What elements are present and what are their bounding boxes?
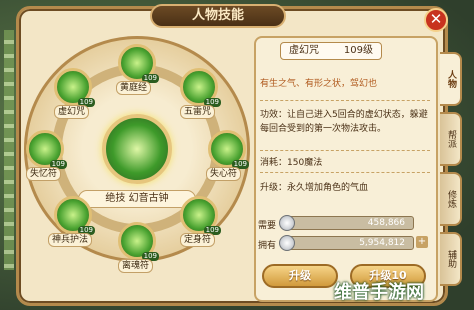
- upgrade-label: 升级：: [260, 183, 288, 193]
- divider: [260, 172, 430, 173]
- skill-icon-lihunfu[interactable]: 109: [118, 222, 159, 261]
- window-title: 人物技能: [150, 4, 286, 28]
- skill-icon-shixinfu[interactable]: 109: [208, 130, 249, 169]
- skill-label: 五雷咒: [180, 105, 216, 119]
- skill-label: 失忆符: [26, 167, 62, 181]
- add-currency-button[interactable]: +: [416, 236, 428, 248]
- skill-cost: 消耗：150魔法: [260, 155, 322, 168]
- tab-guild[interactable]: 帮派: [440, 112, 462, 166]
- upgrade-value: 永久增加角色的气血: [287, 183, 369, 193]
- skill-icon-shenbinghufa[interactable]: 109: [54, 196, 95, 235]
- center-skill-label: 绝技 幻音古钟: [78, 190, 196, 208]
- skill-description: 有生之气、有形之状，驾幻也: [260, 79, 378, 89]
- skill-detail-panel: [254, 36, 438, 302]
- need-value: 458,866: [367, 218, 405, 228]
- skill-icon-huangtingjing[interactable]: 109: [118, 44, 159, 83]
- silver-coin-icon: [279, 215, 295, 231]
- skill-label: 定身符: [180, 233, 216, 247]
- silver-coin-icon: [279, 235, 295, 251]
- skill-label: 失心符: [206, 167, 242, 181]
- skill-label: 黄庭经: [116, 81, 152, 95]
- close-button[interactable]: ✕: [424, 8, 448, 32]
- upgrade-button[interactable]: 升级: [262, 264, 338, 288]
- skill-icon-wuleizhou[interactable]: 109: [180, 68, 221, 107]
- tab-character[interactable]: 人物: [440, 52, 462, 106]
- selected-skill-name: 虚幻咒 109级: [280, 42, 382, 60]
- tab-cultivation[interactable]: 修炼: [440, 172, 462, 226]
- need-label: 需要: [258, 221, 277, 231]
- skill-icon-dingshenfu[interactable]: 109: [180, 196, 221, 235]
- skill-label: 虚幻咒: [54, 105, 90, 119]
- skill-effect: 功效：让自己进入5回合的虚幻状态，躲避每回合受到的第一次物法攻击。: [260, 108, 430, 136]
- cost-label: 消耗：: [260, 158, 288, 168]
- divider: [260, 100, 430, 101]
- watermark: 维普手游网: [334, 282, 424, 303]
- have-label: 拥有: [258, 241, 277, 251]
- game-screen: 人物技能 ✕ 绝技 幻音古钟 109 黄庭经 109 五雷咒 109 失心符 1…: [0, 0, 474, 310]
- divider: [260, 150, 430, 151]
- center-skill-icon[interactable]: [102, 114, 172, 184]
- skill-label: 神兵护法: [48, 233, 93, 247]
- skill-label: 离魂符: [118, 259, 154, 273]
- have-value: 5,954,812: [359, 238, 405, 248]
- need-bar: 458,866: [279, 215, 414, 231]
- skill-icon-xuhuanzhou[interactable]: 109: [54, 68, 95, 107]
- skill-upgrade-info: 升级：永久增加角色的气血: [260, 180, 368, 193]
- tab-auxiliary[interactable]: 辅助: [440, 232, 462, 286]
- skill-icon-shiyifu[interactable]: 109: [26, 130, 67, 169]
- cost-value: 150魔法: [287, 158, 323, 168]
- have-bar: 5,954,812: [279, 235, 414, 251]
- effect-label: 功效：: [260, 110, 288, 120]
- background-decoration: [4, 30, 14, 270]
- selected-skill-title: 虚幻咒: [289, 45, 319, 56]
- selected-skill-level: 109级: [343, 45, 373, 56]
